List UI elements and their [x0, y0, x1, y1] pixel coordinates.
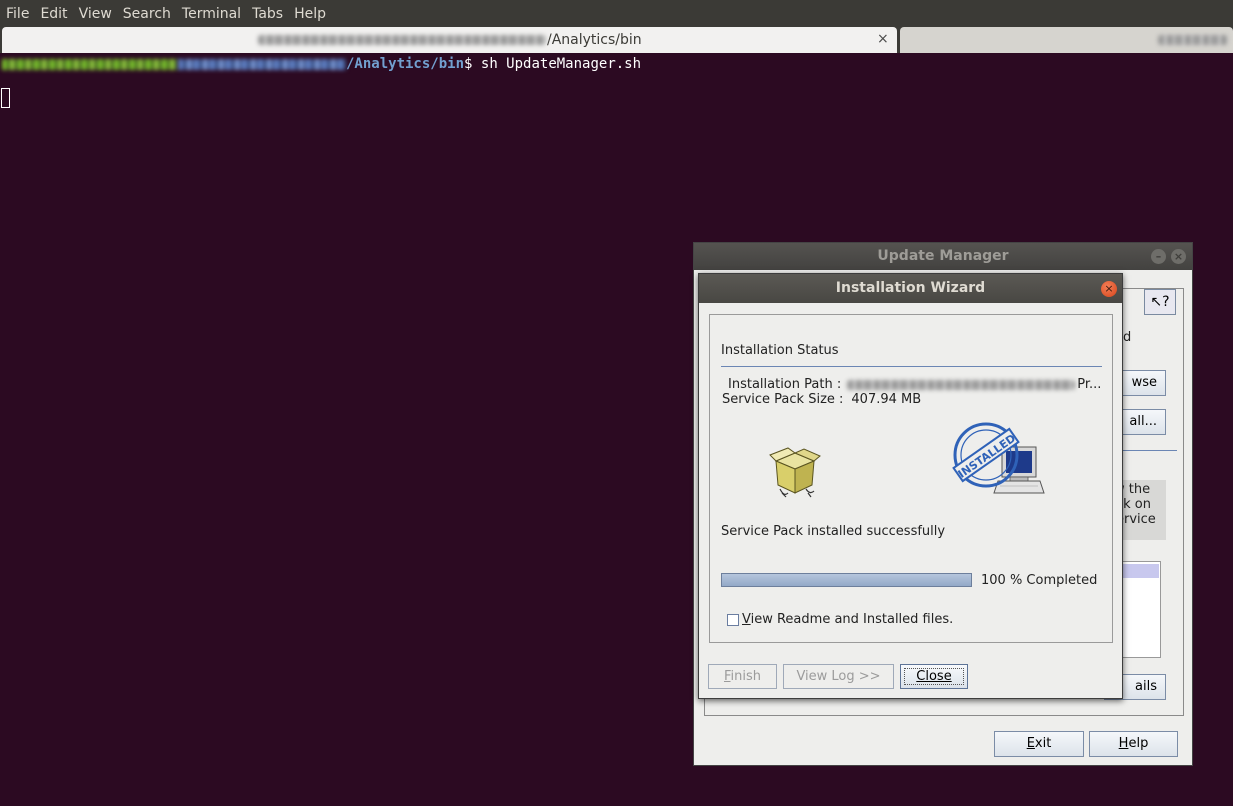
tab-close-icon[interactable]: × [877, 31, 889, 47]
prompt-line: /Analytics/bin $ sh UpdateManager.sh [2, 56, 641, 72]
section-title: Installation Status [721, 343, 839, 358]
menu-search[interactable]: Search [121, 6, 179, 22]
tab-inactive[interactable] [900, 27, 1233, 53]
prompt-command: sh UpdateManager.sh [480, 56, 642, 72]
redacted-tab-path [258, 35, 546, 45]
menu-file[interactable]: File [4, 6, 37, 22]
package-box-icon [769, 447, 821, 498]
minimize-icon[interactable]: – [1151, 249, 1166, 264]
list-item-selected[interactable] [1117, 564, 1159, 578]
terminal-menubar: File Edit View Search Terminal Tabs Help [0, 0, 1233, 27]
view-readme-label[interactable]: View Readme and Installed files. [742, 612, 953, 627]
service-pack-size-value: 407.94 MB [851, 392, 922, 407]
menu-edit[interactable]: Edit [38, 6, 75, 22]
help-pointer-icon: ↖ [1150, 294, 1163, 310]
exit-label: xit [1034, 736, 1052, 751]
exit-button[interactable]: Exit [994, 731, 1084, 757]
redacted-path [178, 58, 346, 70]
section-separator [721, 366, 1102, 367]
installation-path-label: Installation Path : [728, 377, 842, 392]
installation-wizard-titlebar[interactable]: Installation Wizard [699, 274, 1122, 303]
close-button[interactable]: Close [900, 664, 968, 689]
progress-label: 100 % Completed [981, 573, 1098, 588]
install-status-message: Service Pack installed successfully [721, 524, 946, 539]
wizard-close-icon[interactable]: × [1101, 281, 1117, 297]
installation-wizard-title: Installation Wizard [835, 280, 986, 296]
prompt-symbol: $ [464, 56, 473, 72]
menu-help[interactable]: Help [292, 6, 334, 22]
help-label: elp [1128, 736, 1149, 751]
view-log-button[interactable]: View Log >> [783, 664, 894, 689]
redacted-tab-title [1158, 35, 1228, 45]
installation-path-value: Pr... [1077, 377, 1102, 392]
update-manager-titlebar[interactable]: Update Manager – × [694, 243, 1192, 270]
prompt-path: /Analytics/bin [346, 56, 465, 72]
context-help-button[interactable]: ↖? [1144, 289, 1176, 315]
service-pack-size-label: Service Pack Size : [722, 392, 844, 407]
installation-wizard-dialog: Installation Wizard × Installation Statu… [698, 273, 1123, 699]
help-button[interactable]: Help [1089, 731, 1178, 757]
installation-status-panel: Installation Status Installation Path : … [709, 314, 1113, 643]
installation-path-row: Installation Path : Pr... [728, 377, 1101, 392]
close-icon[interactable]: × [1171, 249, 1186, 264]
installed-stamp-icon: INSTALLED [952, 422, 1045, 494]
terminal-tabbar: /Analytics/bin × [0, 27, 1233, 53]
redacted-user-host [2, 58, 178, 70]
menu-terminal[interactable]: Terminal [180, 6, 249, 22]
redacted-installation-path [847, 379, 1076, 390]
update-manager-title: Update Manager [877, 248, 1009, 264]
service-pack-size-row: Service Pack Size : 407.94 MB [722, 392, 921, 407]
install-progress-fill [722, 574, 971, 586]
install-progress-bar [721, 573, 972, 587]
terminal-cursor [1, 88, 10, 108]
tab-active[interactable]: /Analytics/bin × [2, 27, 897, 53]
view-readme-checkbox[interactable] [727, 614, 739, 626]
finish-button[interactable]: Finish [708, 664, 777, 689]
menu-tabs[interactable]: Tabs [250, 6, 291, 22]
menu-view[interactable]: View [77, 6, 120, 22]
tab-title: /Analytics/bin [547, 32, 642, 48]
partial-label-d: d [1123, 330, 1132, 345]
